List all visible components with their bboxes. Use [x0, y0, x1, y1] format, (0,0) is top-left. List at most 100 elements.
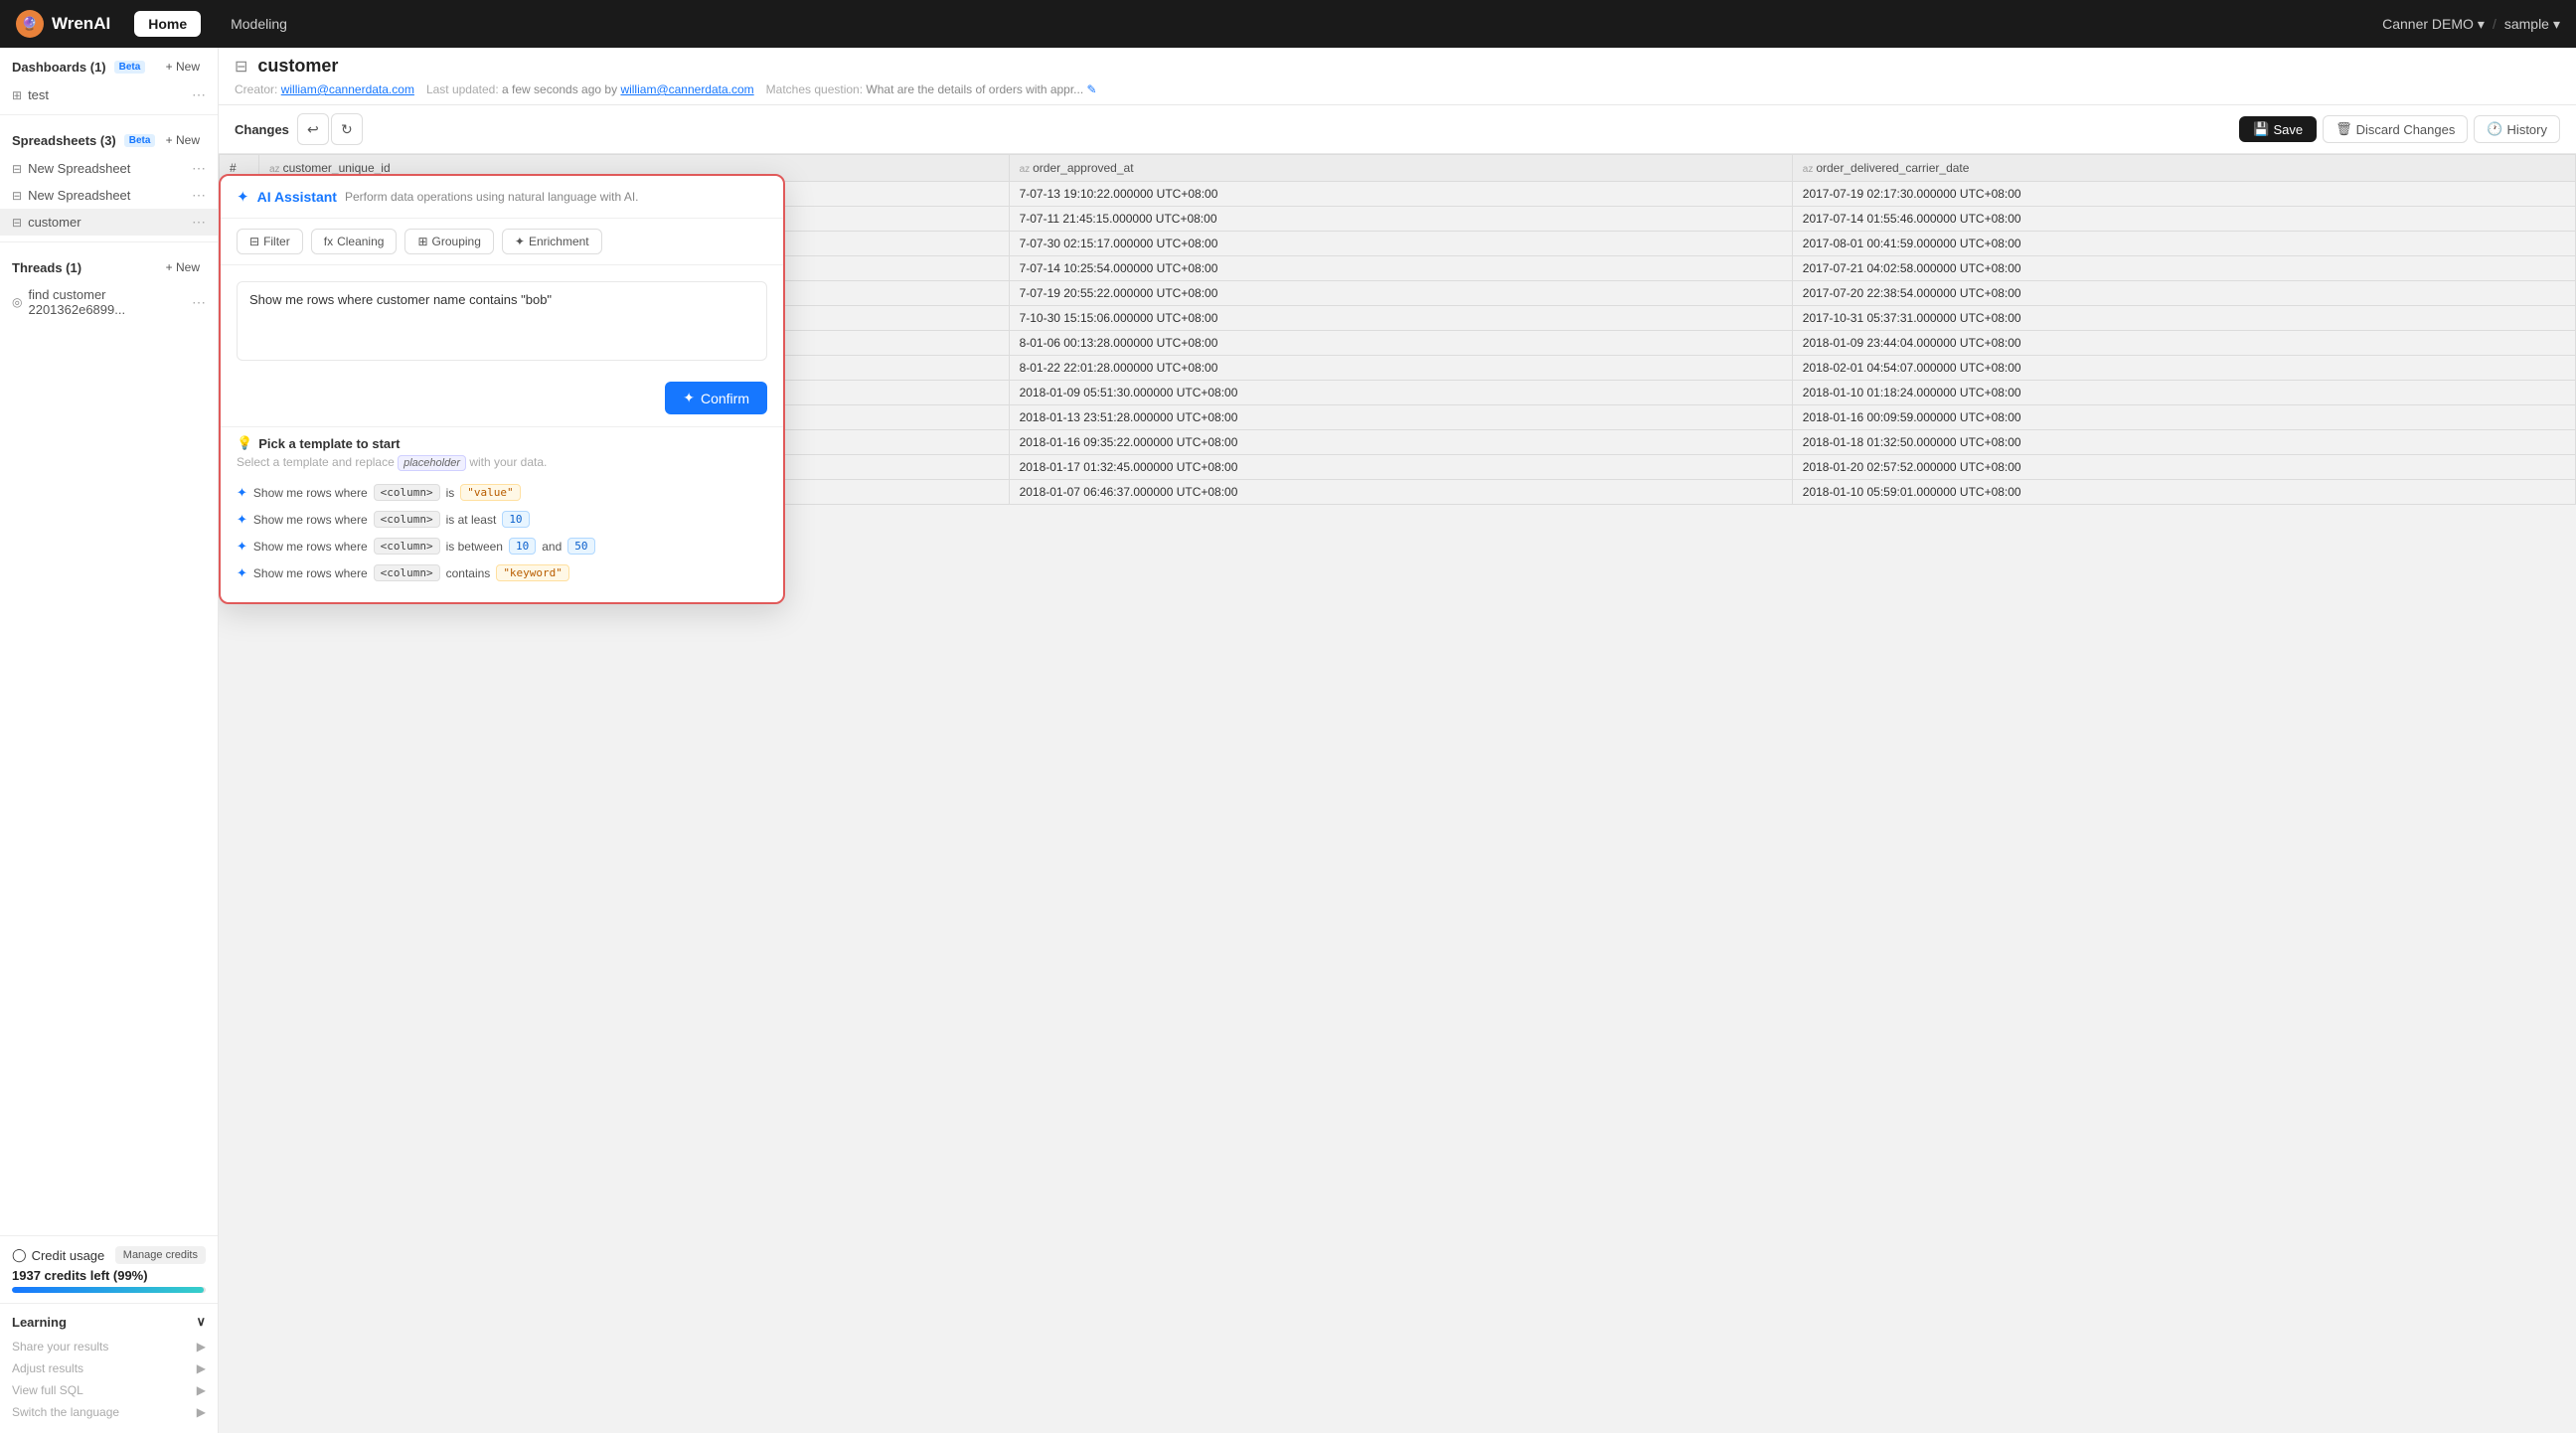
- learning-item-share[interactable]: Share your results ▶: [12, 1336, 206, 1357]
- workspace-selector: Canner DEMO ▾ / sample ▾: [2382, 16, 2560, 33]
- template-3-num1: 10: [509, 538, 536, 555]
- clock-icon: 🕐: [2487, 121, 2502, 137]
- sidebar-item-test-menu[interactable]: ⋯: [192, 86, 206, 103]
- ai-prompt-input[interactable]: Show me rows where customer name contain…: [237, 281, 767, 361]
- creator-email[interactable]: william@cannerdata.com: [281, 82, 414, 96]
- edit-icon[interactable]: ✎: [1087, 82, 1097, 96]
- learning-chevron-icon: ∨: [196, 1314, 206, 1330]
- template-3-col: <column>: [374, 538, 440, 555]
- threads-add-button[interactable]: + New: [160, 258, 206, 276]
- save-icon: 💾: [2253, 121, 2269, 137]
- template-bulb-icon: 💡: [237, 435, 252, 451]
- credit-bar: [12, 1287, 206, 1293]
- filter-button[interactable]: ⊟ Filter: [237, 229, 303, 254]
- sheet-meta: Creator: william@cannerdata.com Last upd…: [235, 82, 2560, 96]
- confirm-label: Confirm: [701, 391, 749, 406]
- template-item-2[interactable]: ✦ Show me rows where <column> is at leas…: [237, 506, 767, 533]
- cleaning-button[interactable]: fx Cleaning: [311, 229, 398, 254]
- filter-label: Filter: [263, 235, 290, 248]
- creator-label: Creator: william@cannerdata.com: [235, 82, 414, 96]
- matches-label: Matches question: What are the details o…: [766, 82, 1097, 96]
- sidebar-item-new-spreadsheet-2[interactable]: ⊟ New Spreadsheet ⋯: [0, 182, 218, 209]
- template-4-text1: Show me rows where: [253, 566, 368, 580]
- template-item-1[interactable]: ✦ Show me rows where <column> is "value": [237, 479, 767, 506]
- grouping-label: Grouping: [432, 235, 481, 248]
- ai-assistant-panel: ✦ AI Assistant Perform data operations u…: [219, 174, 785, 604]
- ai-panel-header: ✦ AI Assistant Perform data operations u…: [221, 176, 783, 219]
- sidebar-item-thread-menu[interactable]: ⋯: [192, 294, 206, 311]
- template-3-text1: Show me rows where: [253, 540, 368, 554]
- confirm-sparkle-icon: ✦: [683, 390, 695, 406]
- threads-label: Threads (1): [12, 260, 81, 275]
- template-star-2: ✦: [237, 512, 247, 528]
- content-area: ⊟ customer Creator: william@cannerdata.c…: [219, 48, 2576, 1433]
- spreadsheets-add-button[interactable]: + New: [160, 131, 206, 149]
- updated-by-email[interactable]: william@cannerdata.com: [620, 82, 753, 96]
- undo-button[interactable]: ↩: [297, 113, 329, 145]
- creator-prefix: Creator:: [235, 82, 277, 96]
- template-1-text1: Show me rows where: [253, 486, 368, 500]
- dashboards-add-button[interactable]: + New: [160, 58, 206, 76]
- nav-modeling-button[interactable]: Modeling: [217, 11, 301, 37]
- template-item-3[interactable]: ✦ Show me rows where <column> is between…: [237, 533, 767, 559]
- history-label: History: [2507, 122, 2547, 137]
- template-1-col: <column>: [374, 484, 440, 501]
- learning-header[interactable]: Learning ∨: [12, 1314, 206, 1330]
- undo-redo-group: ↩ ↻: [297, 113, 363, 145]
- changes-label: Changes: [235, 122, 289, 137]
- sidebar-item-thread-1[interactable]: ◎ find customer 2201362e6899... ⋯: [0, 282, 218, 322]
- spreadsheets-beta-badge: Beta: [124, 134, 156, 147]
- redo-button[interactable]: ↻: [331, 113, 363, 145]
- ai-panel-title: AI Assistant: [257, 189, 337, 205]
- sidebar-item-ns1-menu[interactable]: ⋯: [192, 160, 206, 177]
- template-3-text2: is between: [446, 540, 503, 554]
- discard-label: Discard Changes: [2356, 122, 2456, 137]
- grouping-button[interactable]: ⊞ Grouping: [404, 229, 493, 254]
- learning-item-adjust[interactable]: Adjust results ▶: [12, 1357, 206, 1379]
- sidebar-item-customer-menu[interactable]: ⋯: [192, 214, 206, 231]
- spreadsheet-icon-1: ⊟: [12, 162, 22, 176]
- threads-section: Threads (1) + New: [0, 248, 218, 282]
- sidebar-divider-2: [0, 241, 218, 242]
- template-2-text2: is at least: [446, 513, 497, 527]
- template-2-num: 10: [502, 511, 529, 528]
- enrichment-icon: ✦: [515, 235, 525, 248]
- sheet-icon: ⊟: [235, 57, 247, 77]
- filter-icon: ⊟: [249, 235, 259, 248]
- template-star-4: ✦: [237, 565, 247, 581]
- template-item-4[interactable]: ✦ Show me rows where <column> contains "…: [237, 559, 767, 586]
- manage-credits-button[interactable]: Manage credits: [115, 1246, 206, 1264]
- enrichment-button[interactable]: ✦ Enrichment: [502, 229, 602, 254]
- learning-item-language[interactable]: Switch the language ▶: [12, 1401, 206, 1423]
- credit-label: ◯ Credit usage: [12, 1247, 104, 1263]
- discard-changes-button[interactable]: 🗑 Discard Changes: [2323, 115, 2468, 143]
- sidebar-item-new-spreadsheet-2-label: New Spreadsheet: [28, 188, 130, 203]
- save-button[interactable]: 💾 Save: [2239, 116, 2317, 142]
- confirm-button[interactable]: ✦ Confirm: [665, 382, 767, 414]
- learning-item-language-label: Switch the language: [12, 1405, 119, 1419]
- cleaning-icon: fx: [324, 235, 333, 248]
- ai-panel-description: Perform data operations using natural la…: [345, 190, 639, 204]
- logo: 🔮 WrenAI: [16, 10, 110, 38]
- nav-separator: /: [2493, 16, 2496, 32]
- history-button[interactable]: 🕐 History: [2474, 115, 2560, 143]
- learning-item-sql-icon: ▶: [197, 1383, 206, 1397]
- workspace-dropdown[interactable]: Canner DEMO ▾: [2382, 16, 2485, 33]
- matches-prefix: Matches question:: [766, 82, 863, 96]
- sidebar-divider-1: [0, 114, 218, 115]
- sidebar-item-new-spreadsheet-1[interactable]: ⊟ New Spreadsheet ⋯: [0, 155, 218, 182]
- learning-item-sql[interactable]: View full SQL ▶: [12, 1379, 206, 1401]
- template-4-text2: contains: [446, 566, 491, 580]
- top-navigation: 🔮 WrenAI Home Modeling Canner DEMO ▾ / s…: [0, 0, 2576, 48]
- db-dropdown[interactable]: sample ▾: [2504, 16, 2560, 33]
- db-chevron-icon: ▾: [2553, 16, 2560, 33]
- ai-input-area: Show me rows where customer name contain…: [221, 265, 783, 382]
- nav-home-button[interactable]: Home: [134, 11, 201, 37]
- sidebar-item-ns2-menu[interactable]: ⋯: [192, 187, 206, 204]
- sidebar-item-test[interactable]: ⊞ test ⋯: [0, 81, 218, 108]
- sidebar-item-customer[interactable]: ⊟ customer ⋯: [0, 209, 218, 236]
- credit-amount: 1937 credits left (99%): [12, 1268, 206, 1283]
- dashboards-section: Dashboards (1) Beta + New: [0, 48, 218, 81]
- dashboard-item-icon: ⊞: [12, 88, 22, 102]
- credit-label-text: Credit usage: [32, 1248, 105, 1263]
